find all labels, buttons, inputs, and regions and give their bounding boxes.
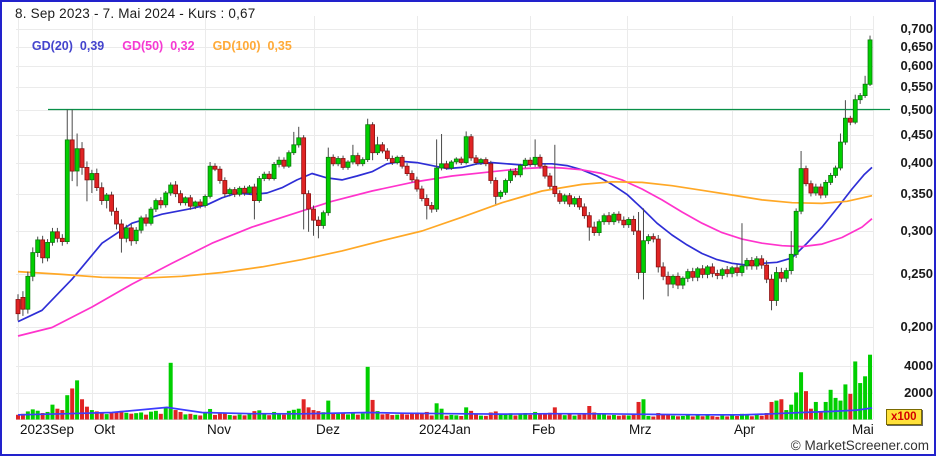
- time-tick-label: Okt: [94, 422, 115, 437]
- time-axis: 2023Sep Okt Nov Dez 2024Jan Feb Mrz Apr Mai: [2, 2, 936, 456]
- time-tick-label: Apr: [734, 422, 755, 437]
- stock-chart-window: 8. Sep 2023 - 7. Mai 2024 - Kurs : 0,67 …: [0, 0, 936, 456]
- watermark: © MarketScreener.com: [791, 438, 929, 453]
- time-tick-label: Mrz: [629, 422, 652, 437]
- time-tick-label: 2024Jan: [419, 422, 471, 437]
- time-tick-label: Dez: [316, 422, 340, 437]
- volume-scale-badge: x100: [886, 409, 922, 425]
- time-tick-label: Nov: [207, 422, 231, 437]
- time-tick-label: 2023Sep: [20, 422, 74, 437]
- time-tick-label: Mai: [852, 422, 874, 437]
- time-tick-label: Feb: [532, 422, 555, 437]
